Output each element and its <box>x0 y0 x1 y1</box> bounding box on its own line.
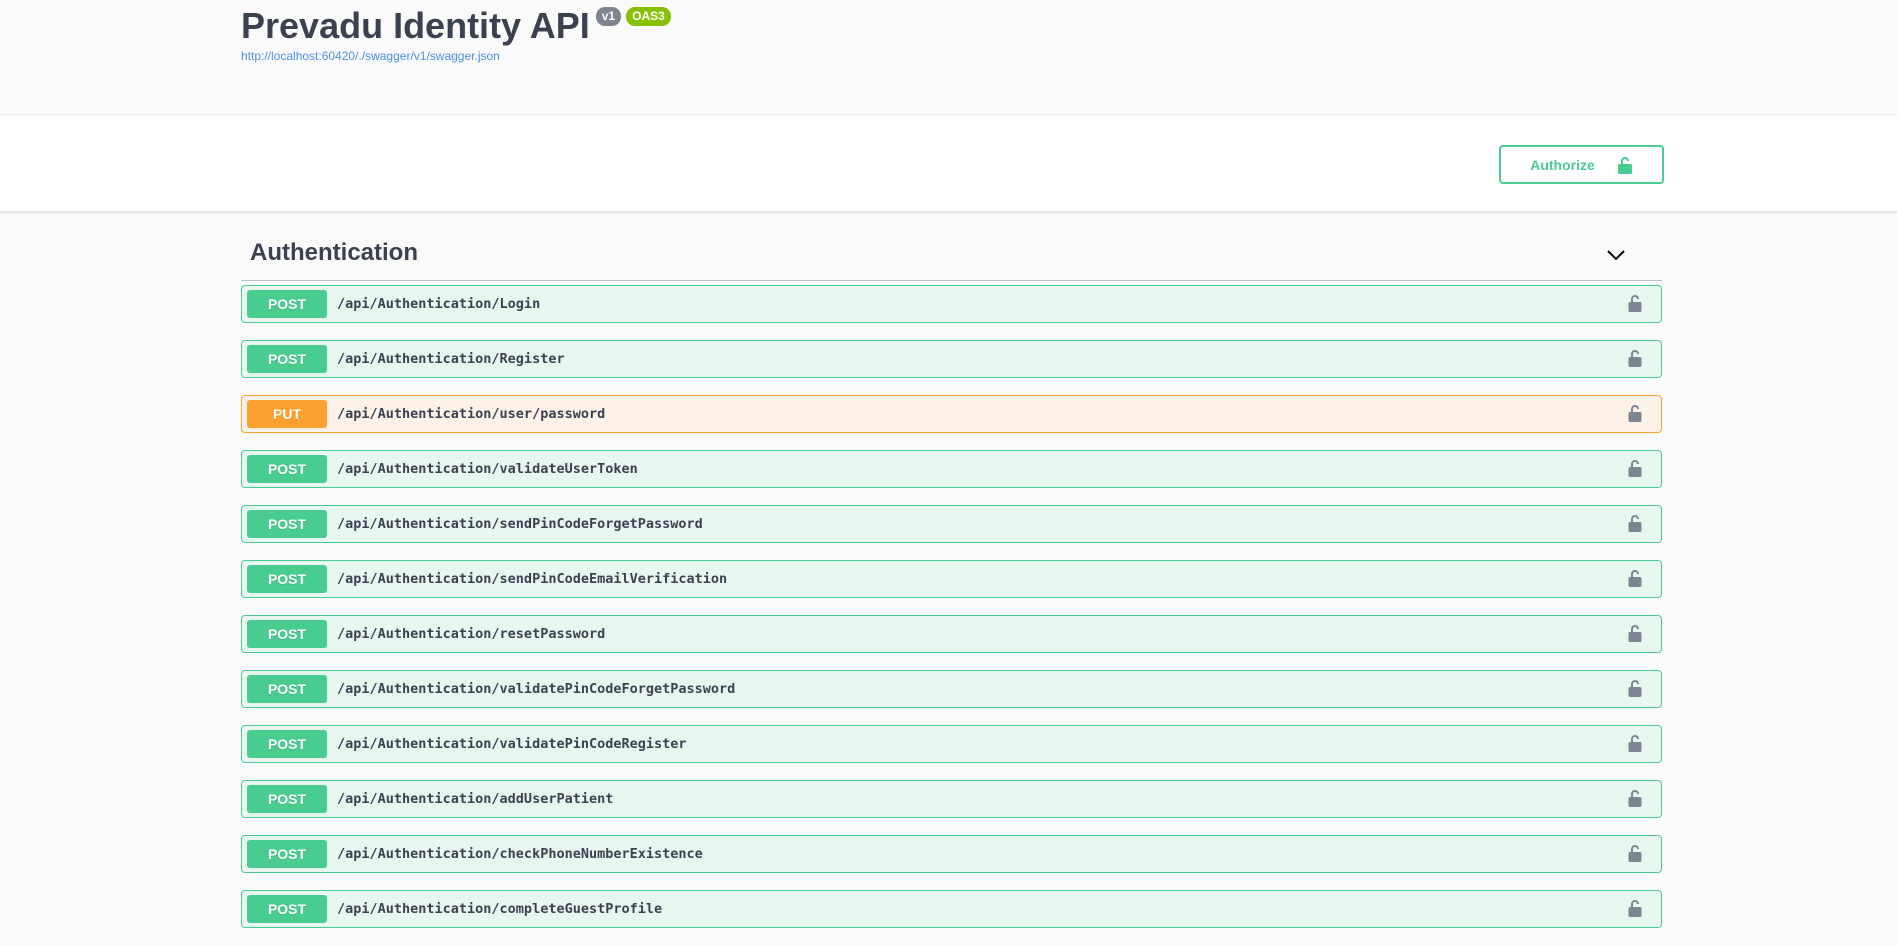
unlock-icon[interactable] <box>1628 294 1642 312</box>
operations-wrapper: Authentication POST/api/Authentication/L… <box>241 212 1662 928</box>
operation-path: /api/Authentication/validatePinCodeRegis… <box>337 736 687 752</box>
tag-section-header[interactable]: Authentication <box>241 212 1662 281</box>
operation-path: /api/Authentication/user/password <box>337 406 606 422</box>
operation-path: /api/Authentication/completeGuestProfile <box>337 901 663 917</box>
unlock-icon[interactable] <box>1628 514 1642 532</box>
method-badge: POST <box>247 895 327 923</box>
unlock-icon <box>1617 156 1632 174</box>
unlock-icon[interactable] <box>1628 349 1642 367</box>
title-row: Prevadu Identity API v1 OAS3 <box>241 2 671 50</box>
authorize-label: Authorize <box>1530 156 1595 173</box>
authorize-button[interactable]: Authorize <box>1499 145 1664 184</box>
operation-path: /api/Authentication/addUserPatient <box>337 791 614 807</box>
opblock-post[interactable]: POST/api/Authentication/checkPhoneNumber… <box>241 835 1662 873</box>
scheme-container: Authorize <box>0 115 1897 212</box>
unlock-icon[interactable] <box>1628 844 1642 862</box>
oas-badge: OAS3 <box>626 7 671 26</box>
tag-name: Authentication <box>250 239 418 266</box>
method-badge: POST <box>247 510 327 538</box>
opblock-post[interactable]: POST/api/Authentication/validatePinCodeR… <box>241 725 1662 763</box>
opblock-post[interactable]: POST/api/Authentication/sendPinCodeForge… <box>241 505 1662 543</box>
operation-path: /api/Authentication/resetPassword <box>337 626 606 642</box>
chevron-down-icon[interactable] <box>1606 249 1626 261</box>
operation-path: /api/Authentication/sendPinCodeForgetPas… <box>337 516 703 532</box>
operation-path: /api/Authentication/sendPinCodeEmailVeri… <box>337 571 728 587</box>
operation-path: /api/Authentication/validateUserToken <box>337 461 638 477</box>
opblock-post[interactable]: POST/api/Authentication/resetPassword <box>241 615 1662 653</box>
operation-path: /api/Authentication/checkPhoneNumberExis… <box>337 846 703 862</box>
opblock-put[interactable]: PUT/api/Authentication/user/password <box>241 395 1662 433</box>
operation-path: /api/Authentication/Login <box>337 296 541 312</box>
method-badge: POST <box>247 345 327 373</box>
method-badge: POST <box>247 785 327 813</box>
opblock-post[interactable]: POST/api/Authentication/sendPinCodeEmail… <box>241 560 1662 598</box>
unlock-icon[interactable] <box>1628 569 1642 587</box>
method-badge: PUT <box>247 400 327 428</box>
method-badge: POST <box>247 840 327 868</box>
opblock-post[interactable]: POST/api/Authentication/addUserPatient <box>241 780 1662 818</box>
operation-path: /api/Authentication/Register <box>337 351 565 367</box>
unlock-icon[interactable] <box>1628 404 1642 422</box>
method-badge: POST <box>247 290 327 318</box>
unlock-icon[interactable] <box>1628 459 1642 477</box>
method-badge: POST <box>247 455 327 483</box>
version-badge: v1 <box>595 7 622 26</box>
opblock-post[interactable]: POST/api/Authentication/Register <box>241 340 1662 378</box>
method-badge: POST <box>247 675 327 703</box>
api-title: Prevadu Identity API <box>241 5 590 46</box>
operations-list: POST/api/Authentication/Login POST/api/Au… <box>241 285 1662 928</box>
opblock-post[interactable]: POST/api/Authentication/validatePinCodeF… <box>241 670 1662 708</box>
opblock-post[interactable]: POST/api/Authentication/completeGuestPro… <box>241 890 1662 928</box>
opblock-post[interactable]: POST/api/Authentication/validateUserToke… <box>241 450 1662 488</box>
method-badge: POST <box>247 565 327 593</box>
unlock-icon[interactable] <box>1628 789 1642 807</box>
unlock-icon[interactable] <box>1628 624 1642 642</box>
method-badge: POST <box>247 620 327 648</box>
unlock-icon[interactable] <box>1628 734 1642 752</box>
spec-url-link[interactable]: http://localhost:60420/./swagger/v1/swag… <box>241 49 500 63</box>
unlock-icon[interactable] <box>1628 679 1642 697</box>
unlock-icon[interactable] <box>1628 899 1642 917</box>
api-info-header: Prevadu Identity API v1 OAS3 http://loca… <box>0 0 1897 115</box>
method-badge: POST <box>247 730 327 758</box>
operation-path: /api/Authentication/validatePinCodeForge… <box>337 681 736 697</box>
opblock-post[interactable]: POST/api/Authentication/Login <box>241 285 1662 323</box>
